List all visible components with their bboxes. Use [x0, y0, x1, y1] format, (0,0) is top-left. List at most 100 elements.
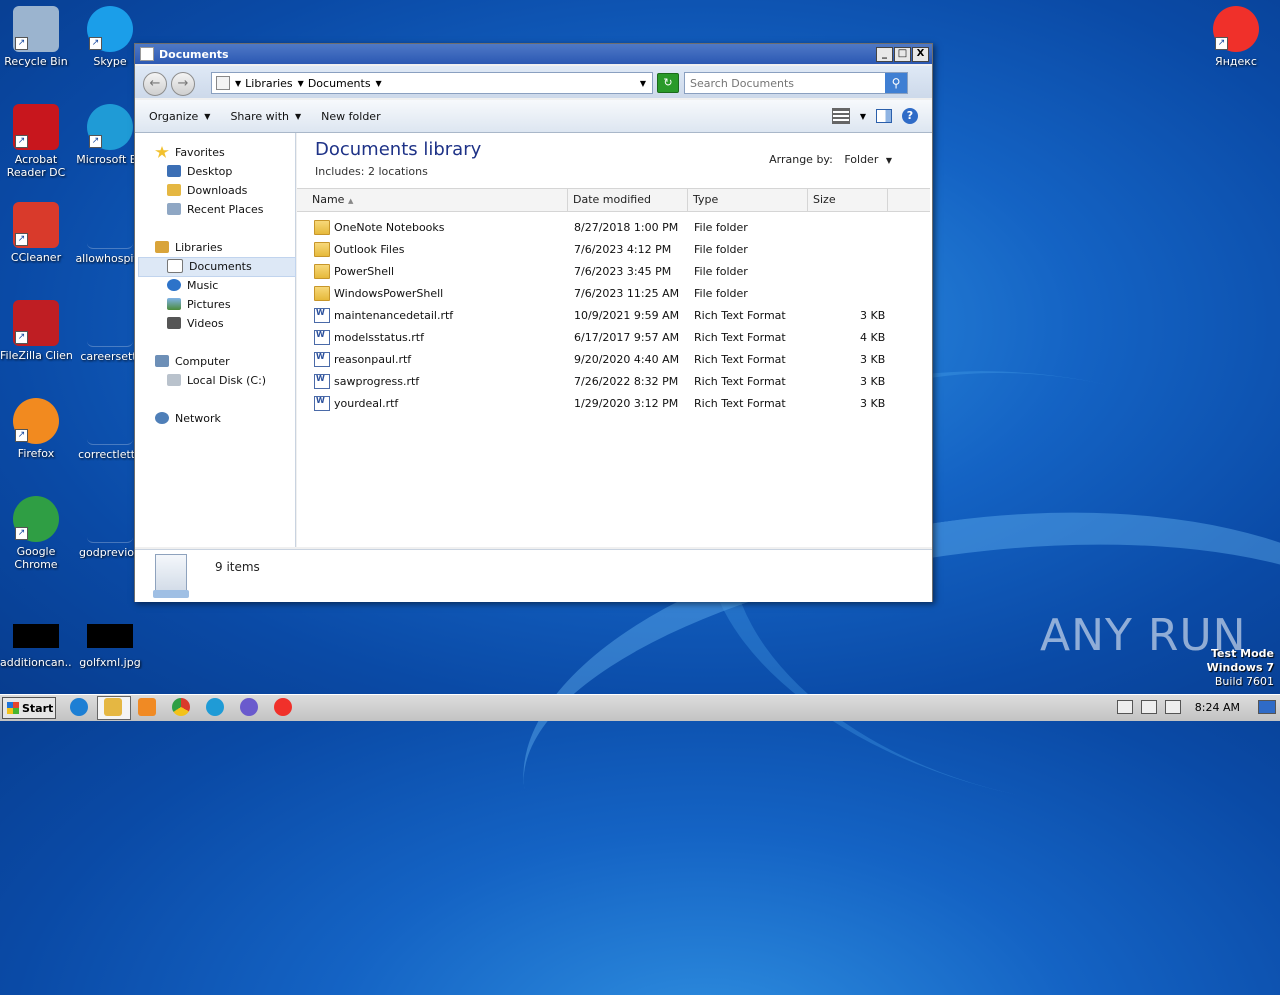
- nav-libraries[interactable]: Libraries: [155, 238, 223, 256]
- taskbar-anyrun-icon[interactable]: [240, 698, 258, 716]
- arrange-by-dropdown[interactable]: Folder: [844, 153, 878, 166]
- back-button[interactable]: ←: [143, 72, 167, 96]
- nav-favorites[interactable]: Favorites: [155, 143, 225, 161]
- change-view-icon[interactable]: [831, 108, 850, 124]
- desktop-icon-item[interactable]: ↗ Recycle Bin: [0, 6, 72, 68]
- nav-pictures[interactable]: Pictures: [167, 295, 231, 313]
- desktop-icon-item[interactable]: ↗ CCleaner: [0, 202, 72, 264]
- desktop-icon-item[interactable]: additioncan...: [0, 612, 72, 669]
- desktop-icon-item[interactable]: ↗ Acrobat Reader DC: [0, 104, 72, 179]
- file-name: OneNote Notebooks: [334, 221, 445, 234]
- forward-button[interactable]: →: [171, 72, 195, 96]
- nav-recent-places[interactable]: Recent Places: [167, 200, 264, 218]
- search-icon[interactable]: ⚲: [885, 73, 907, 93]
- show-desktop-icon[interactable]: [1258, 700, 1276, 714]
- nav-label: Documents: [189, 259, 252, 273]
- explorer-window[interactable]: Documents _ □ X ← → ▼ Libraries ▼ Docume…: [134, 43, 933, 602]
- nav-label: Favorites: [175, 145, 225, 159]
- taskbar-chrome-icon[interactable]: [172, 698, 190, 716]
- column-type[interactable]: Type: [688, 189, 808, 211]
- nav-downloads[interactable]: Downloads: [167, 181, 247, 199]
- nav-documents[interactable]: Documents: [167, 257, 252, 275]
- shortcut-arrow-icon: ↗: [89, 37, 102, 50]
- column-date-modified[interactable]: Date modified: [568, 189, 688, 211]
- taskbar-edge-icon[interactable]: [206, 698, 224, 716]
- desktop-icon-item[interactable]: ↗ Яндекс: [1200, 6, 1272, 68]
- refresh-button[interactable]: ↻: [657, 73, 679, 93]
- action-center-flag-icon[interactable]: [1164, 700, 1181, 714]
- nav-network[interactable]: Network: [155, 409, 221, 427]
- file-row[interactable]: PowerShell 7/6/2023 3:45 PM File folder: [297, 261, 930, 283]
- address-dropdown-icon[interactable]: ▼: [640, 79, 646, 88]
- nav-music[interactable]: Music: [167, 276, 218, 294]
- nav-label: Music: [187, 278, 219, 292]
- nav-local-disk[interactable]: Local Disk (C:): [167, 371, 266, 389]
- breadcrumb-documents[interactable]: Documents: [308, 77, 371, 90]
- new-folder-button[interactable]: New folder: [321, 110, 380, 123]
- column-size[interactable]: Size: [808, 189, 888, 211]
- downloads-icon: [167, 184, 181, 196]
- breadcrumb-libraries[interactable]: Libraries: [245, 77, 293, 90]
- desktop-icon-item[interactable]: ↗ Firefox: [0, 398, 72, 460]
- file-row[interactable]: maintenancedetail.rtf 10/9/2021 9:59 AM Ri…: [297, 305, 930, 327]
- folder-icon: [314, 242, 330, 257]
- nav-computer[interactable]: Computer: [155, 352, 230, 370]
- file-row[interactable]: WindowsPowerShell 7/6/2023 11:25 AM File f…: [297, 283, 930, 305]
- file-row[interactable]: reasonpaul.rtf 9/20/2020 4:40 AM Rich Text…: [297, 349, 930, 371]
- rtf-document-icon: [314, 330, 330, 345]
- desktop-icon-item[interactable]: golfxml.jpg: [74, 612, 146, 669]
- acrobat-icon: ↗: [13, 104, 59, 150]
- file-name: Outlook Files: [334, 243, 405, 256]
- start-button[interactable]: Start: [2, 697, 56, 719]
- nav-desktop[interactable]: Desktop: [167, 162, 232, 180]
- chrome-icon: ↗: [13, 496, 59, 542]
- minimize-button[interactable]: _: [876, 47, 893, 62]
- nav-label: Pictures: [187, 297, 231, 311]
- chevron-down-icon[interactable]: ▼: [376, 79, 382, 88]
- recycle-bin-icon: ↗: [13, 6, 59, 52]
- taskbar-yandex-icon[interactable]: [274, 698, 292, 716]
- column-name[interactable]: Name ▲: [297, 189, 568, 211]
- share-with-button[interactable]: Share with ▼: [230, 110, 301, 123]
- file-row[interactable]: sawprogress.rtf 7/26/2022 8:32 PM Rich Tex…: [297, 371, 930, 393]
- close-button[interactable]: X: [912, 47, 929, 62]
- file-name: WindowsPowerShell: [334, 287, 444, 300]
- preview-pane-icon[interactable]: [876, 109, 892, 123]
- file-row[interactable]: modelsstatus.rtf 6/17/2017 9:57 AM Rich Te…: [297, 327, 930, 349]
- libraries-icon: [155, 241, 169, 253]
- title-bar[interactable]: Documents _ □ X: [135, 44, 932, 64]
- column-name-label: Name: [312, 193, 345, 206]
- clock[interactable]: 8:24 AM: [1195, 701, 1240, 714]
- chevron-down-icon[interactable]: ▼: [860, 112, 866, 121]
- chevron-down-icon[interactable]: ▼: [886, 156, 892, 165]
- windows-logo-icon: [7, 702, 19, 714]
- taskbar-media-player-icon[interactable]: [138, 698, 156, 716]
- chevron-down-icon[interactable]: ▼: [298, 79, 304, 88]
- taskbar-ie-icon[interactable]: [70, 698, 88, 716]
- nav-label: Recent Places: [187, 202, 264, 216]
- file-row[interactable]: Outlook Files 7/6/2023 4:12 PM File folder: [297, 239, 930, 261]
- file-date: 7/6/2023 11:25 AM: [574, 287, 680, 300]
- desktop-icon-item[interactable]: ↗ Google Chrome: [0, 496, 72, 571]
- maximize-button[interactable]: □: [894, 47, 911, 62]
- desktop-icon-item[interactable]: ↗ FileZilla Client: [0, 300, 72, 362]
- network-tray-icon[interactable]: [1140, 700, 1157, 714]
- file-date: 7/26/2022 8:32 PM: [574, 375, 679, 388]
- search-input[interactable]: [685, 73, 892, 93]
- includes-locations-link[interactable]: 2 locations: [368, 165, 428, 178]
- chevron-right-icon[interactable]: ▼: [235, 79, 241, 88]
- taskbar-explorer-icon[interactable]: [104, 698, 122, 716]
- file-icon: [87, 300, 133, 347]
- volume-icon[interactable]: [1116, 700, 1133, 714]
- share-with-label: Share with: [230, 109, 290, 123]
- desktop-icon-label: golfxml.jpg: [79, 656, 141, 669]
- organize-button[interactable]: Organize ▼: [149, 110, 210, 123]
- address-bar[interactable]: ▼ Libraries ▼ Documents ▼ ▼: [211, 72, 653, 94]
- help-icon[interactable]: ?: [902, 108, 918, 124]
- search-box[interactable]: ⚲: [684, 72, 908, 94]
- test-mode-line: Test Mode: [1211, 647, 1274, 660]
- file-date: 7/6/2023 4:12 PM: [574, 243, 672, 256]
- nav-videos[interactable]: Videos: [167, 314, 224, 332]
- file-row[interactable]: OneNote Notebooks 8/27/2018 1:00 PM File f…: [297, 217, 930, 239]
- file-row[interactable]: yourdeal.rtf 1/29/2020 3:12 PM Rich Text F…: [297, 393, 930, 415]
